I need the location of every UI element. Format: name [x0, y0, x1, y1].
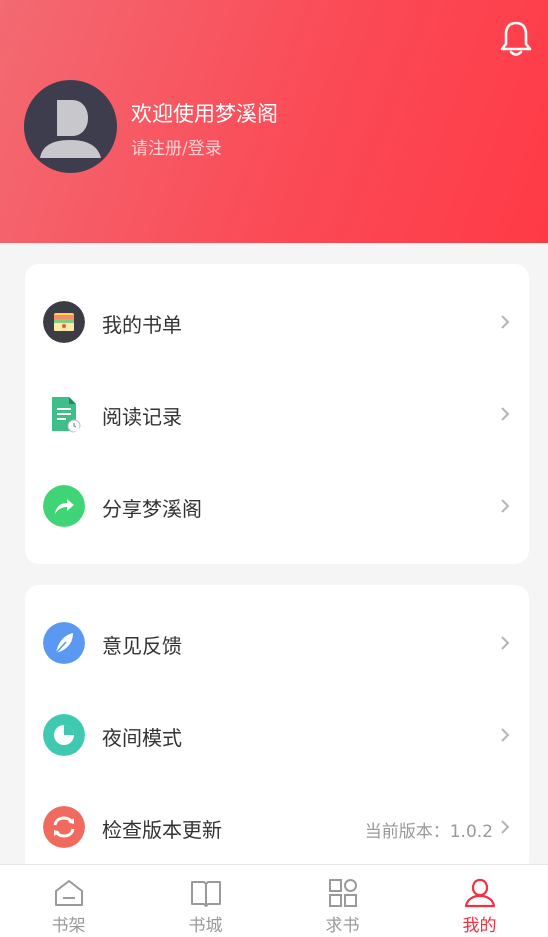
chevron-right-icon [501, 636, 510, 650]
tab-request-book[interactable]: 求书 [274, 865, 411, 937]
welcome-text: 欢迎使用梦溪阁 [131, 102, 278, 126]
menu-item-feedback[interactable]: 意见反馈 [25, 603, 529, 683]
tab-label: 我的 [462, 916, 497, 936]
menu-item-label: 我的书单 [102, 313, 182, 337]
menu-item-label: 意见反馈 [102, 634, 182, 658]
tab-label: 书架 [51, 916, 86, 936]
chevron-right-icon [501, 499, 510, 513]
menu-item-check-update[interactable]: 检查版本更新 当前版本：1.0.2 [25, 787, 529, 867]
default-avatar-icon [40, 100, 101, 158]
menu-item-label: 检查版本更新 [102, 818, 222, 842]
user-icon [464, 878, 495, 908]
login-link[interactable]: 请注册/登录 [131, 134, 222, 159]
chevron-right-icon [501, 407, 510, 421]
night-mode-icon [43, 714, 85, 756]
chevron-right-icon [501, 728, 510, 742]
menu-item-booklist[interactable]: 我的书单 [25, 282, 529, 362]
bottom-tab-bar: 书架 书城 求书 我的 [0, 864, 548, 937]
menu-item-label: 分享梦溪阁 [102, 497, 202, 521]
menu-item-reading-history[interactable]: 阅读记录 [25, 374, 529, 454]
menu-item-label: 阅读记录 [102, 405, 182, 429]
menu-item-label: 夜间模式 [102, 726, 182, 750]
avatar[interactable] [24, 80, 117, 173]
version-text: 当前版本：1.0.2 [364, 822, 493, 842]
menu-item-share[interactable]: 分享梦溪阁 [25, 466, 529, 546]
chevron-right-icon [501, 315, 510, 329]
profile-header: 欢迎使用梦溪阁 请注册/登录 [0, 0, 548, 243]
chevron-right-icon [501, 820, 510, 834]
bell-icon[interactable] [498, 18, 534, 58]
share-icon [43, 485, 85, 527]
book-icon [190, 881, 221, 907]
tab-mine[interactable]: 我的 [411, 865, 548, 937]
tab-label: 求书 [325, 916, 360, 936]
menu-card-primary: 我的书单 阅读记录 分享梦溪阁 [25, 264, 529, 564]
home-icon [54, 880, 83, 906]
menu-item-night-mode[interactable]: 夜间模式 [25, 695, 529, 775]
booklist-icon [43, 301, 85, 343]
tab-bookstore[interactable]: 书城 [137, 865, 274, 937]
tab-label: 书城 [188, 916, 223, 936]
tab-bookshelf[interactable]: 书架 [0, 865, 137, 937]
grid-icon [328, 879, 357, 907]
feather-icon [43, 622, 85, 664]
reading-history-icon [52, 397, 81, 433]
refresh-icon [43, 806, 85, 848]
menu-card-secondary: 意见反馈 夜间模式 检查版本更新 当前版本：1.0.2 [25, 585, 529, 875]
